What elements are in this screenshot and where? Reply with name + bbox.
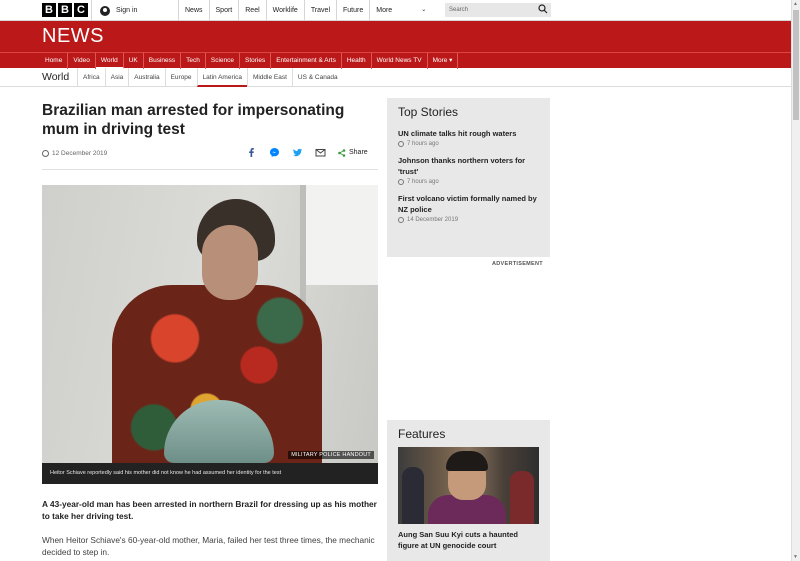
scroll-up-icon[interactable]: ▲ — [793, 1, 798, 7]
scroll-thumb[interactable] — [793, 10, 799, 120]
news-nav-entertainment[interactable]: Entertainment & Arts — [271, 53, 342, 69]
top-story-title[interactable]: Johnson thanks northern voters for 'trus… — [398, 155, 539, 177]
subnav-europe[interactable]: Europe — [164, 68, 197, 87]
top-story-time: 7 hours ago — [398, 141, 539, 147]
time-text: 7 hours ago — [407, 141, 439, 147]
clock-icon — [398, 141, 404, 147]
search-input[interactable]: Search — [445, 3, 551, 17]
article-headline: Brazilian man arrested for impersonating… — [42, 102, 345, 138]
news-nav-tech[interactable]: Tech — [181, 53, 206, 69]
news-nav-stories[interactable]: Stories — [240, 53, 272, 69]
top-nav-more[interactable]: More ⌄ — [369, 0, 432, 21]
clock-icon — [398, 217, 404, 223]
top-story-item[interactable]: Johnson thanks northern voters for 'trus… — [398, 155, 539, 185]
messenger-icon[interactable] — [269, 147, 280, 158]
signin-label: Sign in — [116, 7, 138, 14]
top-stories-panel: Top Stories UN climate talks hit rough w… — [387, 98, 550, 257]
divider — [42, 169, 378, 170]
news-nav-world-news-tv[interactable]: World News TV — [372, 53, 428, 69]
top-nav-travel[interactable]: Travel — [303, 0, 336, 21]
signin-link[interactable]: Sign in — [91, 0, 137, 21]
advertisement-label: ADVERTISEMENT — [492, 261, 543, 267]
masthead: B B C Sign in News Sport Reel Worklife T… — [0, 0, 800, 21]
bbc-logo[interactable]: B B C — [42, 3, 88, 17]
section-title[interactable]: World — [42, 71, 69, 83]
subnav-middle-east[interactable]: Middle East — [246, 68, 292, 87]
facebook-icon[interactable] — [246, 147, 257, 158]
subnav-asia[interactable]: Asia — [104, 68, 129, 87]
feature-image-hair — [446, 451, 488, 471]
top-story-time: 14 December 2019 — [398, 217, 539, 223]
date-text: 12 December 2019 — [52, 150, 108, 157]
article-intro: A 43-year-old man has been arrested in n… — [42, 499, 377, 521]
top-nav: News Sport Reel Worklife Travel Future M… — [178, 0, 432, 21]
news-nav-health[interactable]: Health — [342, 53, 372, 69]
news-nav: Home Video World UK Business Tech Scienc… — [0, 52, 800, 69]
share-tools: Share — [246, 147, 368, 158]
clock-icon — [42, 150, 49, 157]
news-banner — [0, 21, 800, 52]
logo-letter: B — [42, 3, 56, 17]
news-title[interactable]: NEWS — [42, 25, 104, 48]
top-stories-heading: Top Stories — [398, 105, 459, 119]
top-story-title[interactable]: First volcano victim formally named by N… — [398, 193, 539, 215]
top-nav-future[interactable]: Future — [336, 0, 369, 21]
time-text: 7 hours ago — [407, 179, 439, 185]
logo-letter: C — [74, 3, 88, 17]
photo-window — [304, 185, 378, 285]
logo-letter: B — [58, 3, 72, 17]
top-nav-sport[interactable]: Sport — [208, 0, 239, 21]
email-icon[interactable] — [315, 147, 326, 158]
news-nav-science[interactable]: Science — [206, 53, 240, 69]
top-nav-reel[interactable]: Reel — [238, 0, 265, 21]
top-story-item[interactable]: UN climate talks hit rough waters 7 hour… — [398, 128, 539, 147]
article-photo: MILITARY POLICE HANDOUT — [42, 185, 378, 463]
user-icon — [100, 5, 110, 16]
subnav-latin-america[interactable]: Latin America — [196, 68, 247, 87]
time-text: 14 December 2019 — [407, 217, 459, 223]
share-button[interactable]: Share — [338, 148, 368, 157]
news-nav-home[interactable]: Home — [40, 53, 69, 69]
search-icon[interactable] — [538, 4, 548, 14]
scrollbar[interactable]: ▲ ▼ — [791, 0, 800, 561]
more-label: More — [376, 7, 393, 14]
top-story-title[interactable]: UN climate talks hit rough waters — [398, 128, 539, 139]
top-nav-worklife[interactable]: Worklife — [265, 0, 304, 21]
news-nav-uk[interactable]: UK — [124, 53, 144, 69]
news-nav-video[interactable]: Video — [68, 53, 96, 69]
share-label: Share — [349, 149, 368, 156]
subnav-africa[interactable]: Africa — [77, 68, 105, 87]
feature-image[interactable] — [398, 447, 539, 524]
subnav-australia[interactable]: Australia — [128, 68, 164, 87]
twitter-icon[interactable] — [292, 147, 303, 158]
top-story-item[interactable]: First volcano victim formally named by N… — [398, 193, 539, 223]
news-nav-more[interactable]: More ▾ — [428, 53, 459, 69]
clock-icon — [398, 179, 404, 185]
article-date: 12 December 2019 — [42, 150, 107, 157]
feature-title[interactable]: Aung San Suu Kyi cuts a haunted figure a… — [398, 529, 539, 551]
search-placeholder: Search — [449, 7, 469, 13]
features-panel: Features Aung San Suu Kyi cuts a haunted… — [387, 420, 550, 561]
scroll-down-icon[interactable]: ▼ — [793, 554, 798, 560]
world-subnav: World Africa Asia Australia Europe Latin… — [0, 68, 800, 87]
news-nav-world[interactable]: World — [95, 53, 124, 69]
feature-image-figure — [402, 467, 424, 524]
news-nav-business[interactable]: Business — [144, 53, 182, 69]
subnav-us-canada[interactable]: US & Canada — [291, 68, 343, 87]
chevron-down-icon: ⌄ — [421, 7, 427, 13]
top-story-time: 7 hours ago — [398, 179, 539, 185]
photo-face — [202, 225, 258, 300]
feature-image-figure — [510, 471, 534, 524]
features-heading: Features — [398, 427, 446, 441]
photo-caption: Heitor Schiave reportedly said his mothe… — [42, 463, 378, 484]
share-icon — [338, 148, 346, 157]
top-nav-news[interactable]: News — [178, 0, 209, 21]
photo-credit: MILITARY POLICE HANDOUT — [288, 451, 374, 459]
article-paragraph: When Heitor Schiave's 60-year-old mother… — [42, 535, 375, 557]
